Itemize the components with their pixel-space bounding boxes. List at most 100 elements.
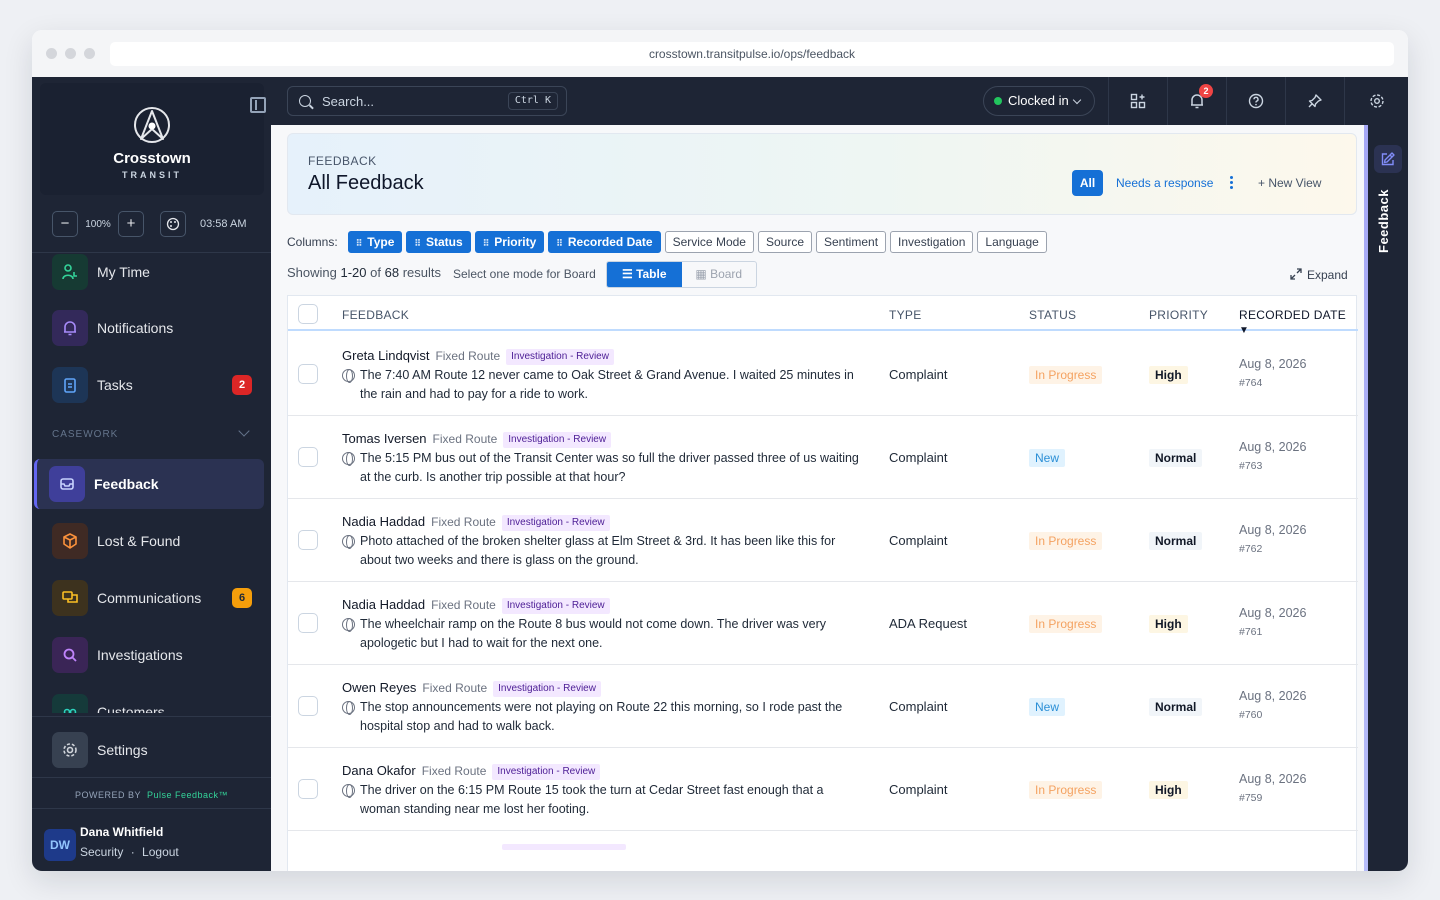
expand-label: Expand	[1307, 268, 1348, 282]
table-row[interactable]	[288, 831, 1358, 871]
chevron-down-icon[interactable]	[238, 425, 250, 437]
column-chip-source[interactable]: Source	[757, 231, 812, 253]
drag-handle-icon[interactable]: ⠿	[356, 238, 363, 248]
column-header-recorded-date[interactable]: RECORDED DATE ▼	[1239, 308, 1358, 336]
sidebar-item-tasks[interactable]: Tasks 2	[40, 360, 264, 410]
table-row[interactable]: Nadia Haddad Fixed Route Investigation - R…	[288, 582, 1358, 665]
settings-button[interactable]	[1344, 77, 1408, 125]
drag-handle-icon[interactable]: ⠿	[483, 238, 490, 248]
column-chip-investigation[interactable]: Investigation	[890, 231, 974, 253]
row-checkbox[interactable]	[298, 613, 318, 633]
customer-name[interactable]: Tomas Iversen	[342, 431, 427, 446]
clock-status-dropdown[interactable]: Clocked in	[983, 86, 1095, 116]
help-button[interactable]	[1226, 77, 1284, 125]
column-header-status[interactable]: STATUS	[1029, 308, 1076, 322]
count-badge: 2	[232, 375, 252, 395]
column-header-feedback[interactable]: FEEDBACK	[342, 308, 409, 322]
feedback-id: #760	[1239, 709, 1263, 721]
view-needs-response-button[interactable]: Needs a response	[1116, 176, 1213, 190]
table-row[interactable]: Nadia Haddad Fixed Route Investigation - R…	[288, 499, 1358, 582]
column-chip-priority[interactable]: ⠿ Priority	[474, 231, 545, 253]
table-row[interactable]: Owen Reyes Fixed Route Investigation - Rev…	[288, 665, 1358, 748]
customer-name[interactable]: Nadia Haddad	[342, 514, 425, 529]
results-range: 1-20	[340, 265, 367, 280]
column-chip-recorded-date[interactable]: ⠿ Recorded Date	[548, 231, 661, 253]
customer-name[interactable]: Nadia Haddad	[342, 597, 425, 612]
feedback-id: #763	[1239, 460, 1263, 472]
drag-handle-icon[interactable]: ⠿	[414, 238, 421, 248]
compose-feedback-button[interactable]	[1374, 145, 1402, 173]
chip-label: Status	[426, 235, 463, 249]
table-row[interactable]: Dana Okafor Fixed Route Investigation - Re…	[288, 748, 1358, 831]
window-dot[interactable]	[65, 48, 76, 59]
zoom-in-button[interactable]: +	[118, 211, 144, 237]
pin-button[interactable]	[1285, 77, 1343, 125]
customer-name[interactable]: Owen Reyes	[342, 680, 416, 695]
table-mode-button[interactable]: ☰ Table	[607, 262, 682, 287]
zoom-out-button[interactable]: −	[52, 211, 78, 237]
palette-button[interactable]	[160, 211, 186, 237]
view-all-button[interactable]: All	[1072, 170, 1103, 196]
table-row[interactable]: Greta Lindqvist Fixed Route Investigation …	[288, 333, 1358, 416]
column-chip-type[interactable]: ⠿ Type	[347, 231, 403, 253]
table-header: FEEDBACK TYPE STATUS PRIORITY RECORDED D…	[288, 296, 1358, 336]
column-header-priority[interactable]: PRIORITY	[1149, 308, 1208, 322]
column-chip-status[interactable]: ⠿ Status	[406, 231, 471, 253]
sidebar-item-label: Investigations	[97, 647, 183, 663]
edit-icon	[1381, 152, 1395, 166]
select-all-checkbox[interactable]	[298, 304, 318, 324]
column-header-type[interactable]: TYPE	[889, 308, 922, 322]
powered-by-product[interactable]: Pulse Feedback™	[147, 790, 228, 800]
column-chip-language[interactable]: Language	[977, 231, 1047, 253]
browser-chrome: crosstown.transitpulse.io/ops/feedback	[32, 30, 1408, 77]
sidebar-item-notifications[interactable]: Notifications	[40, 303, 264, 353]
sidebar-item-investigations[interactable]: Investigations	[40, 630, 264, 680]
customer-name[interactable]: Greta Lindqvist	[342, 348, 429, 363]
row-checkbox[interactable]	[298, 364, 318, 384]
notifications-button[interactable]: 2	[1167, 77, 1225, 125]
expand-button[interactable]: Expand	[1289, 267, 1348, 282]
customer-name[interactable]: Dana Okafor	[342, 763, 416, 778]
recorded-date: Aug 8, 2026	[1239, 606, 1307, 620]
address-bar[interactable]: crosstown.transitpulse.io/ops/feedback	[110, 42, 1394, 66]
board-mode-button[interactable]: ▦ Board	[682, 262, 757, 287]
zoom-level: 100%	[85, 218, 111, 230]
drag-handle-icon[interactable]: ⠿	[556, 238, 563, 248]
search-input[interactable]: Search... Ctrl K	[287, 86, 567, 116]
more-vertical-icon[interactable]	[1230, 176, 1234, 190]
feedback-type: Complaint	[889, 450, 948, 465]
window-dot[interactable]	[84, 48, 95, 59]
new-view-button[interactable]: + New View	[1258, 176, 1321, 190]
browser-window: crosstown.transitpulse.io/ops/feedback C…	[32, 30, 1408, 871]
sidebar-item-customers[interactable]: Customers	[40, 687, 264, 713]
sidebar-nav: My Time Notifications Tasks 2 CASEWORK F…	[32, 253, 271, 713]
sidebar-item-feedback[interactable]: Feedback	[34, 459, 264, 509]
feedback-type: Complaint	[889, 367, 948, 382]
feedback-panel-tab[interactable]: Feedback	[1376, 189, 1391, 253]
sidebar-item-settings[interactable]: Settings	[40, 725, 264, 775]
sidebar-item-my-time[interactable]: My Time	[40, 253, 264, 297]
row-checkbox[interactable]	[298, 696, 318, 716]
sidebar-item-communications[interactable]: Communications 6	[40, 573, 264, 623]
count-badge: 6	[232, 588, 252, 608]
right-rail: Feedback	[1364, 125, 1408, 871]
row-checkbox[interactable]	[298, 779, 318, 799]
logout-link[interactable]: Logout	[142, 845, 179, 859]
avatar[interactable]: DW	[44, 829, 76, 861]
row-checkbox[interactable]	[298, 530, 318, 550]
column-chip-sentiment[interactable]: Sentiment	[816, 231, 887, 253]
window-dot[interactable]	[46, 48, 57, 59]
table-row[interactable]: Tomas Iversen Fixed Route Investigation - …	[288, 416, 1358, 499]
powered-by: POWERED BY Pulse Feedback™	[32, 790, 271, 800]
recorded-date: Aug 8, 2026	[1239, 689, 1307, 703]
security-link[interactable]: Security	[80, 845, 123, 859]
column-chip-service-mode[interactable]: Service Mode	[664, 231, 754, 253]
collapse-sidebar-icon[interactable]	[250, 97, 266, 113]
row-checkbox[interactable]	[298, 447, 318, 467]
status-badge: In Progress	[1029, 366, 1103, 384]
bell-icon	[52, 310, 88, 346]
sidebar-item-lost-found[interactable]: Lost & Found	[40, 516, 264, 566]
apps-button[interactable]	[1108, 77, 1166, 125]
feedback-text: The stop announcements were not playing …	[360, 700, 843, 733]
investigation-tag: Investigation - Review	[506, 349, 614, 365]
